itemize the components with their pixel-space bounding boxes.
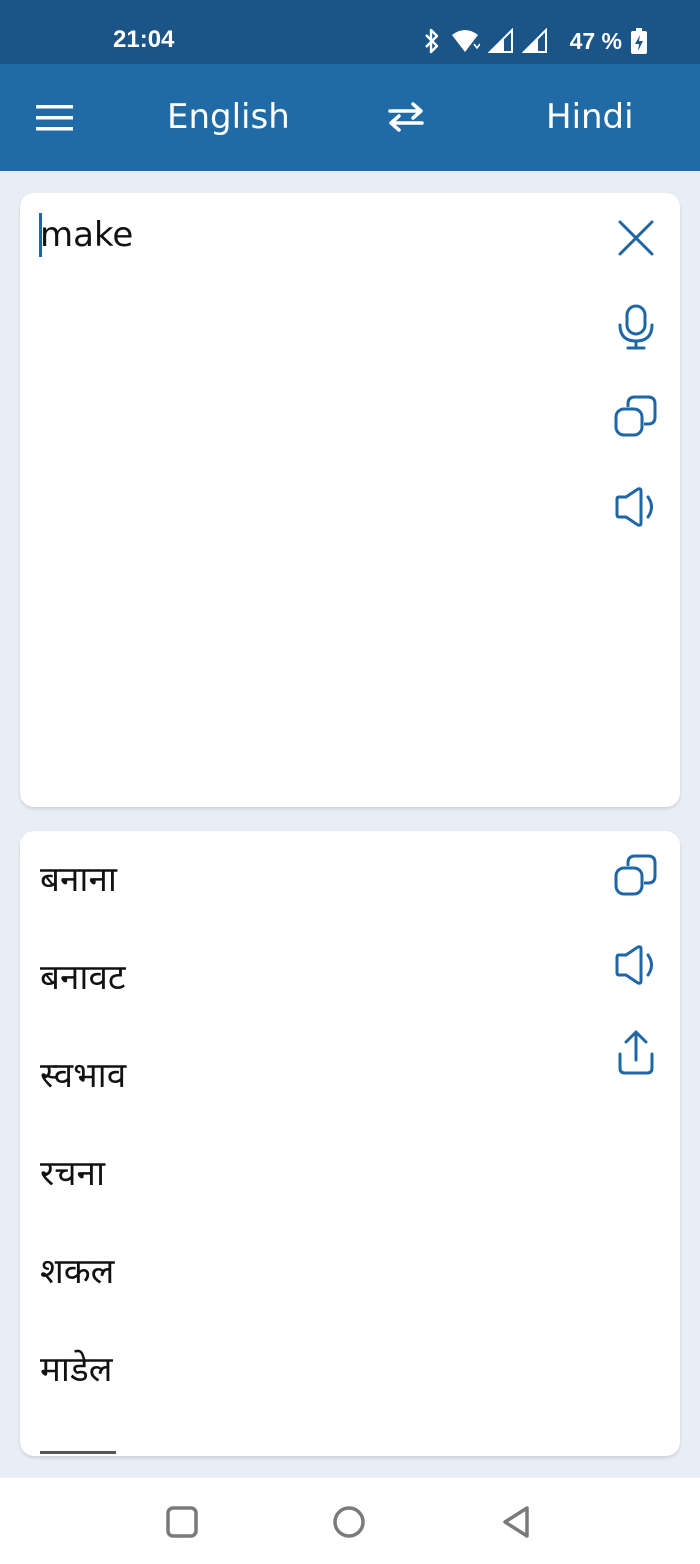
list-item[interactable]: माडेल (40, 1335, 126, 1433)
copy-icon[interactable] (612, 393, 660, 441)
recents-square-icon[interactable] (158, 1498, 206, 1546)
wifi-icon (450, 28, 480, 54)
speaker-icon[interactable] (612, 483, 660, 531)
hamburger-menu-icon[interactable] (35, 103, 75, 133)
list-item[interactable]: स्वभाव (40, 1041, 126, 1139)
status-time: 21:04 (113, 26, 175, 53)
output-card: बनाना बनावट स्वभाव रचना शकल माडेल (20, 831, 680, 1456)
share-icon[interactable] (612, 1029, 660, 1077)
bluetooth-icon (422, 27, 442, 55)
list-item[interactable]: बनावट (40, 943, 126, 1041)
translation-results-list: बनाना बनावट स्वभाव रचना शकल माडेल (40, 845, 126, 1433)
input-card: make (20, 193, 680, 807)
list-item[interactable]: रचना (40, 1139, 126, 1237)
microphone-icon[interactable] (612, 303, 660, 351)
home-circle-icon[interactable] (325, 1498, 373, 1546)
copy-icon[interactable] (612, 852, 660, 900)
system-nav-bar (0, 1478, 700, 1564)
signal-icon (487, 28, 514, 54)
signal-icon (521, 28, 548, 54)
app-bar: English Hindi (0, 64, 700, 171)
list-item-partial (40, 1451, 116, 1454)
source-text-input[interactable]: make (40, 215, 133, 255)
list-item[interactable]: बनाना (40, 845, 126, 943)
source-language-button[interactable]: English (167, 97, 290, 137)
list-item[interactable]: शकल (40, 1237, 126, 1335)
status-icons: 47 % (422, 24, 648, 58)
target-language-button[interactable]: Hindi (546, 97, 634, 137)
status-bar: 21:04 47 % (0, 0, 700, 64)
battery-percent: 47 % (569, 27, 622, 54)
speaker-icon[interactable] (612, 941, 660, 989)
close-icon[interactable] (612, 214, 660, 262)
back-triangle-icon[interactable] (492, 1498, 540, 1546)
battery-charging-icon (630, 27, 648, 55)
swap-arrows-icon[interactable] (386, 101, 426, 133)
